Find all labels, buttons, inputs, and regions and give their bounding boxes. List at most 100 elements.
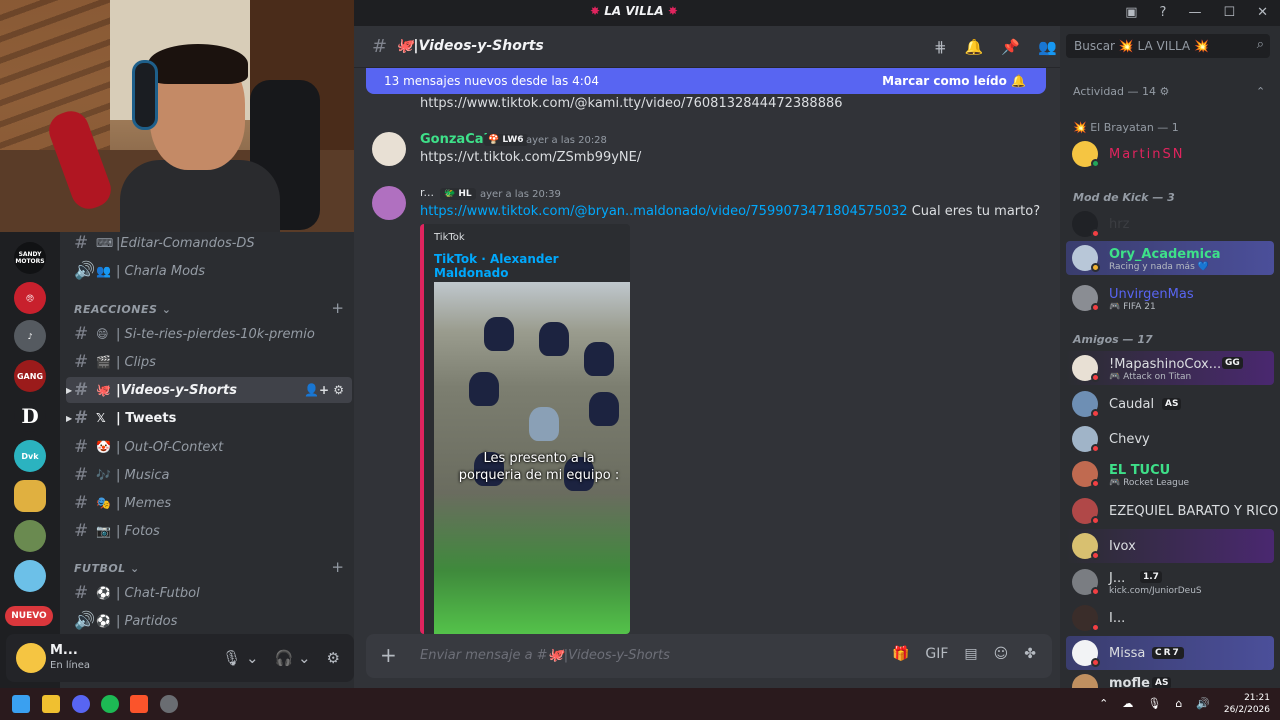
video-caption: Les presento a la porqueria de mi equipo… [458,451,620,483]
member-item[interactable]: mofle AS [1066,670,1274,688]
channel-item[interactable]: 🔊 ⚽ | Partidos [66,608,352,632]
message-link[interactable]: https://vt.tiktok.com/ZSmb99yNE/ [420,150,641,165]
emoji-icon[interactable]: ☺ [994,646,1009,662]
add-attachment-icon[interactable]: + [380,643,397,667]
windows-start-icon[interactable] [12,695,30,713]
sticker-icon[interactable]: ▤ [964,646,977,662]
clock[interactable]: 21:21 26/2/2026 [1224,692,1270,716]
member-item[interactable]: MartinSN [1066,137,1274,171]
activity-header[interactable]: Actividad — 14 ⚙ [1073,85,1169,98]
app-icon[interactable] [160,695,178,713]
user-panel: M... En línea 🎙 ⌄ 🎧 ⌄ ⚙ [6,634,354,682]
discord-taskbar-icon[interactable] [72,695,90,713]
member-item[interactable]: Caudal AS [1066,387,1274,421]
member-item[interactable]: I... [1066,601,1274,635]
settings-gear-icon[interactable]: ⚙ [327,649,340,667]
category-header[interactable]: FUTBOL ⌄ [74,562,140,575]
member-item[interactable]: UnvirgenMas 🎮 FIFA 21 [1066,281,1274,315]
channel-item[interactable]: # 🤡 | Out-Of-Context [66,434,352,460]
member-item[interactable]: Ivox [1066,529,1274,563]
server-icon[interactable] [14,560,46,592]
channel-list: # ⌨ |Editar-Comandos-DS 🔊 👥 | Charla Mods RE… [60,232,354,632]
server-icon[interactable]: SANDY MOTORS [14,242,46,274]
avatar[interactable] [372,186,406,220]
embed-title[interactable]: TikTok · Alexander Maldonado [434,252,630,280]
embed-provider: TikTok [434,232,465,243]
avatar[interactable] [372,132,406,166]
channel-header: # 🐙|Videos-y-Shorts ⋕ 🔔 📌 👥 [354,26,1060,68]
invite-icon[interactable]: 👤+ [304,383,329,397]
server-icon[interactable] [14,520,46,552]
collapse-icon[interactable]: ⌃ [1256,85,1265,98]
file-explorer-icon[interactable] [42,695,60,713]
microphone-icon[interactable]: 🎙 ⌄ [222,649,258,667]
threads-icon[interactable]: ⋕ [934,38,947,56]
channel-item[interactable]: # ⚽ | Chat-Futbol [66,580,352,606]
gift-icon[interactable]: 🎁 [892,646,909,662]
server-icon[interactable] [14,480,46,512]
maximize-icon[interactable]: ☐ [1223,5,1235,20]
help-icon[interactable]: ? [1160,5,1167,20]
channel-item[interactable]: ▶ # 𝕏 | Tweets [66,405,352,431]
message-link[interactable]: https://www.tiktok.com/@kami.tty/video/7… [420,96,843,111]
chevron-up-icon[interactable]: ⌃ [1099,697,1108,710]
volume-icon[interactable]: 🔊 [1196,697,1210,710]
inbox-icon[interactable]: ▣ [1125,5,1137,20]
hash-icon: # [372,36,388,57]
spotify-icon[interactable] [101,695,119,713]
search-input[interactable]: Buscar 💥 LA VILLA 💥 ⌕ [1066,34,1270,58]
new-messages-banner[interactable]: 13 mensajes nuevos desde las 4:04 Marcar… [366,68,1046,94]
gif-icon[interactable]: GIF [925,646,948,662]
minimize-icon[interactable]: — [1188,5,1201,20]
mic-icon[interactable]: 🎙 [1147,697,1161,710]
close-icon[interactable]: ✕ [1257,5,1268,20]
member-item[interactable]: J... 1.7 kick.com/JuniorDeuS [1066,565,1274,599]
channel-item-active[interactable]: ▶ # 🐙 |Videos-y-Shorts 👤+ ⚙ [66,377,352,403]
brave-browser-icon[interactable] [130,695,148,713]
channel-item[interactable]: # 🎬 | Clips [66,349,352,375]
apps-icon[interactable]: ✤ [1024,646,1036,662]
members-icon[interactable]: 👥 [1038,38,1057,56]
member-item[interactable]: Ory_Academica Racing y nada más 💙 [1066,241,1274,275]
member-list: Buscar 💥 LA VILLA 💥 ⌕ Actividad — 14 ⚙ ⌃… [1060,26,1280,688]
headphones-icon[interactable]: 🎧 ⌄ [275,649,311,667]
member-item[interactable]: !MapashinoCox... GG 🎮 Attack on Titan [1066,351,1274,385]
category-header[interactable]: REACCIONES ⌄ [74,303,171,316]
message-author[interactable]: r... [420,186,434,199]
server-icon[interactable]: D [14,400,46,432]
network-icon[interactable]: ⌂ [1175,697,1182,710]
add-channel-icon[interactable]: + [331,558,344,576]
timestamp: ayer a las 20:39 [480,189,561,200]
server-icon[interactable]: Dvk [14,440,46,472]
avatar[interactable] [16,643,46,673]
bell-icon[interactable]: 🔔 [965,38,984,56]
pin-icon[interactable]: 📌 [1001,38,1020,56]
server-icon[interactable]: GANG [14,360,46,392]
member-item[interactable]: Missa CR7 [1066,636,1274,670]
add-channel-icon[interactable]: + [331,299,344,317]
server-icon[interactable]: 😠 [14,282,46,314]
member-item[interactable]: EL TUCU 🎮 Rocket League [1066,457,1274,491]
channel-item[interactable]: # ⌨ |Editar-Comandos-DS [66,232,352,256]
server-icon[interactable]: ♪ [14,320,46,352]
member-item[interactable]: Chevy [1066,422,1274,456]
message-link[interactable]: https://www.tiktok.com/@bryan..maldonado… [420,204,908,219]
role-header: 💥 El Brayatan — 1 [1073,121,1179,134]
message-composer[interactable]: + Enviar mensaje a #🐙|Videos-y-Shorts 🎁 … [366,634,1052,678]
mark-read-button[interactable]: Marcar como leído 🔔 [882,74,1026,88]
search-icon: ⌕ [1256,37,1264,52]
message-input[interactable]: Enviar mensaje a #🐙|Videos-y-Shorts [420,648,670,663]
channel-item[interactable]: # 🎭 | Memes [66,490,352,516]
channel-item[interactable]: # 😄 | Si-te-ries-pierdes-10k-premio [66,321,352,347]
new-badge[interactable]: NUEVO [5,606,53,626]
member-item[interactable]: EZEQUIEL BARATO Y RICO [1066,494,1278,528]
member-item[interactable]: hrz [1066,207,1274,241]
embed-video[interactable]: Les presento a la porqueria de mi equipo… [434,282,630,634]
cloud-icon[interactable]: ☁ [1122,697,1133,710]
channel-item[interactable]: # 🎶 | Musica [66,462,352,488]
system-tray: ⌃ ☁ 🎙 ⌂ 🔊 [1099,697,1210,710]
channel-item[interactable]: # 📷 | Fotos [66,518,352,544]
channel-item[interactable]: 🔊 👥 | Charla Mods [66,258,352,284]
gear-icon[interactable]: ⚙ [333,383,344,397]
message-author[interactable]: GonzaCai [420,132,488,147]
